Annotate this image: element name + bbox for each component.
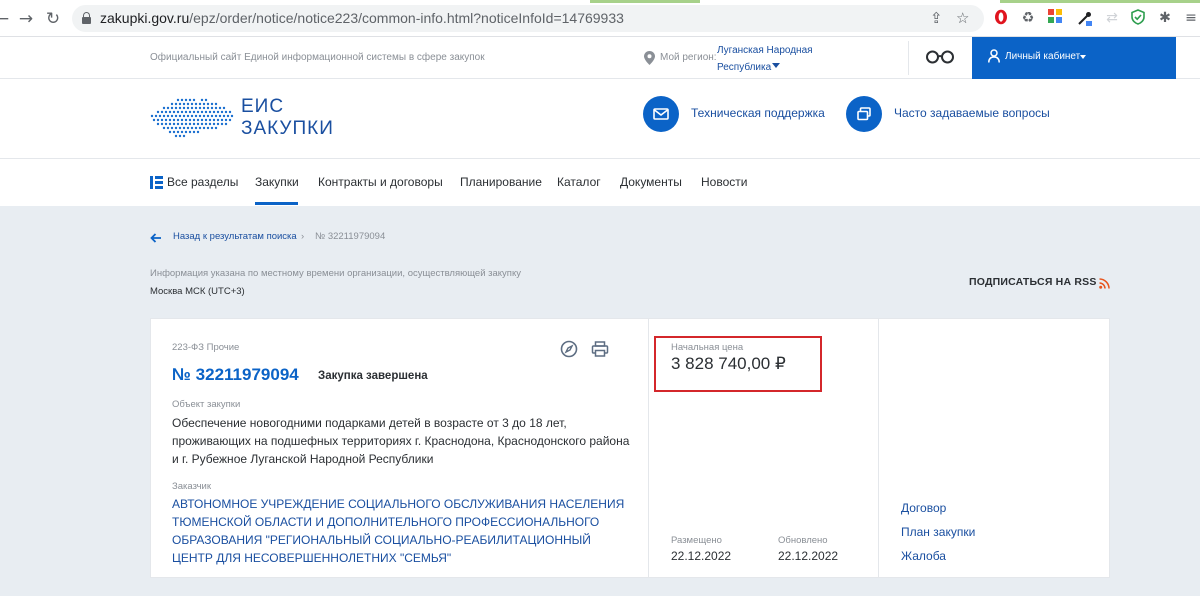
disabled-extension-icon[interactable]: ⇄ <box>1103 9 1121 27</box>
envelope-icon <box>653 108 669 120</box>
nav-item-catalog[interactable]: Каталог <box>557 175 601 189</box>
tech-support-link[interactable]: Техническая поддержка <box>691 106 825 120</box>
breadcrumb-separator: › <box>301 231 305 242</box>
nav-item-news[interactable]: Новости <box>701 175 747 189</box>
browser-toolbar: ← → ↻ zakupki.gov.ru/epz/order/notice/no… <box>0 0 1200 37</box>
timezone-note: Информация указана по местному времени о… <box>150 268 521 279</box>
forward-nav-icon[interactable]: → <box>16 9 36 29</box>
region-label: Мой регион: <box>660 52 717 63</box>
divider <box>648 319 649 577</box>
updated-label: Обновлено <box>778 535 828 546</box>
tab-strip-edge <box>1000 0 1200 3</box>
share-icon[interactable]: ⇪ <box>930 9 943 27</box>
russia-map-logo[interactable] <box>150 97 236 139</box>
law-type: 223-ФЗ Прочие <box>172 342 240 353</box>
chat-bubbles-icon <box>857 107 871 121</box>
nav-item-contracts[interactable]: Контракты и договоры <box>318 175 443 189</box>
chevron-down-icon <box>1080 55 1086 59</box>
faq-button[interactable] <box>846 96 882 132</box>
bookmark-star-icon[interactable]: ☆ <box>956 9 969 27</box>
main-navigation: Все разделы Закупки Контракты и договоры… <box>0 159 1200 206</box>
updated-date: 22.12.2022 <box>778 549 839 563</box>
faq-link[interactable]: Часто задаваемые вопросы <box>894 106 1050 120</box>
address-url[interactable]: zakupki.gov.ru/epz/order/notice/notice22… <box>100 10 624 26</box>
eyedropper-extension-icon[interactable] <box>1076 9 1094 27</box>
compass-icon[interactable] <box>560 340 578 358</box>
posted-date: 22.12.2022 <box>671 549 732 563</box>
nav-item-planning[interactable]: Планирование <box>460 175 542 189</box>
personal-account-label: Личный кабинет <box>1005 51 1081 62</box>
registry-number-link[interactable]: № 32211979094 <box>172 365 299 385</box>
price-highlight-box <box>654 336 822 392</box>
customer-link[interactable]: АВТОНОМНОЕ УЧРЕЖДЕНИЕ СОЦИАЛЬНОГО ОБСЛУЖ… <box>172 495 632 567</box>
reload-icon[interactable]: ↻ <box>43 9 63 29</box>
rss-subscribe-link[interactable]: ПОДПИСАТЬСЯ НА RSS <box>969 276 1097 288</box>
shield-extension-icon[interactable] <box>1129 9 1147 27</box>
active-tab-indicator <box>255 202 298 205</box>
low-vision-glasses-icon[interactable] <box>925 49 955 65</box>
purchase-plan-link[interactable]: План закупки <box>901 525 975 539</box>
tech-support-button[interactable] <box>643 96 679 132</box>
nav-item-purchases[interactable]: Закупки <box>255 175 299 189</box>
all-sections-icon[interactable] <box>150 176 163 189</box>
complaint-link[interactable]: Жалоба <box>901 549 946 563</box>
contract-link[interactable]: Договор <box>901 501 946 515</box>
tab-strip-edge <box>590 0 700 3</box>
site-top-bar: Официальный сайт Единой информационной с… <box>0 37 1200 79</box>
customer-label: Заказчик <box>172 481 212 492</box>
reading-list-icon[interactable]: ≡ <box>1182 9 1200 27</box>
address-bar[interactable]: zakupki.gov.ru/epz/order/notice/notice22… <box>72 5 984 32</box>
back-to-results-link[interactable]: Назад к результатам поиска <box>173 231 297 242</box>
lock-icon <box>82 12 91 24</box>
arrow-left-icon[interactable] <box>150 231 162 243</box>
object-text: Обеспечение новогодними подарками детей … <box>172 416 630 466</box>
region-selector[interactable]: Луганская Народная Республика <box>716 42 826 76</box>
nav-item-all-sections[interactable]: Все разделы <box>167 175 238 189</box>
notice-card: 223-ФЗ Прочие № 32211979094 Закупка заве… <box>150 318 1110 578</box>
rss-icon[interactable] <box>1099 276 1110 289</box>
divider <box>908 41 909 75</box>
puzzle-extensions-icon[interactable]: ✱ <box>1156 9 1174 27</box>
logo-text-eis[interactable]: ЕИС <box>241 96 284 118</box>
personal-account-button[interactable]: Личный кабинет <box>972 37 1176 79</box>
object-label: Объект закупки <box>172 399 241 410</box>
nav-item-documents[interactable]: Документы <box>620 175 682 189</box>
print-icon[interactable] <box>591 340 609 358</box>
chevron-down-icon[interactable] <box>772 63 780 68</box>
divider <box>878 319 879 577</box>
recycle-extension-icon[interactable]: ♻ <box>1019 9 1037 27</box>
breadcrumb-current: № 32211979094 <box>315 231 386 242</box>
colorful-extension-icon[interactable] <box>1046 9 1064 27</box>
posted-label: Размещено <box>671 535 722 546</box>
logo-text-zakupki[interactable]: ЗАКУПКИ <box>241 118 334 140</box>
timezone-value: Москва МСК (UTC+3) <box>150 286 245 297</box>
user-icon <box>988 49 1000 63</box>
back-nav-icon[interactable]: ← <box>0 9 12 29</box>
site-caption: Официальный сайт Единой информационной с… <box>150 52 485 63</box>
logo-row: ЕИС ЗАКУПКИ Техническая поддержка Часто … <box>0 79 1200 159</box>
opera-extension-icon[interactable] <box>992 9 1010 27</box>
location-pin-icon <box>644 51 655 65</box>
status-badge: Закупка завершена <box>318 370 428 382</box>
